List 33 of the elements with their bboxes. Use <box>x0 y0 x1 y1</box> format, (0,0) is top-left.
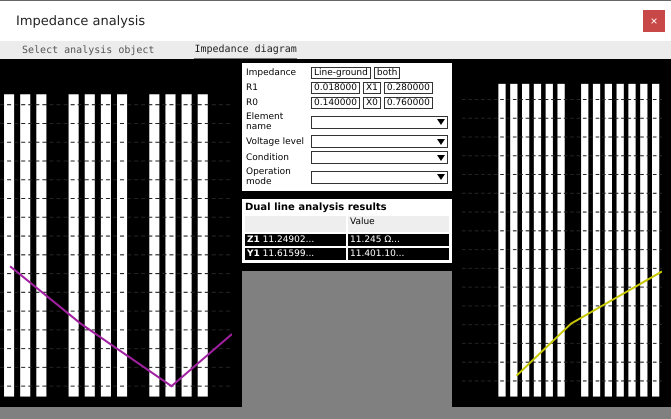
parameter-field[interactable]: 0.140000 <box>311 97 360 109</box>
parameter-field[interactable]: X0 <box>362 97 381 109</box>
parameter-label: Impedance <box>246 68 298 78</box>
caret-icon <box>437 119 445 125</box>
table-cell: Z1 11.24902... <box>245 234 346 246</box>
results-title: Dual line analysis results <box>245 202 388 213</box>
parameter-label: Element name <box>246 112 284 132</box>
tab[interactable]: Impedance diagram <box>194 41 297 59</box>
parameter-field[interactable]: both <box>374 67 400 79</box>
tab[interactable]: Select analysis object <box>22 41 154 59</box>
caret-icon <box>437 174 445 180</box>
window-title: Impedance analysis <box>16 14 146 28</box>
parameter-field[interactable]: Line-ground <box>311 67 371 79</box>
dropdown-field[interactable] <box>311 135 448 148</box>
column-header: Value <box>348 216 449 232</box>
dropdown-field[interactable] <box>311 151 448 164</box>
parameter-label: R0 <box>246 98 259 108</box>
parameter-field[interactable]: 0.018000 <box>311 82 360 94</box>
parameter-label: Operation mode <box>246 167 292 187</box>
close-button[interactable]: × <box>643 10 665 32</box>
parameter-label: R1 <box>246 83 259 93</box>
parameter-field[interactable]: X1 <box>362 82 381 94</box>
parameter-label: Voltage level <box>246 136 306 146</box>
parameter-label: Condition <box>246 152 290 162</box>
parameter-field[interactable]: 0.760000 <box>384 97 433 109</box>
table-cell: 11.401.10... <box>348 248 449 260</box>
dropdown-field[interactable] <box>311 170 448 184</box>
parameter-field[interactable]: 0.280000 <box>384 82 433 94</box>
table-cell: Y1 11.61599... <box>245 248 346 260</box>
dropdown-field[interactable] <box>311 116 448 128</box>
caret-icon <box>437 138 445 144</box>
caret-icon <box>437 154 445 160</box>
table-cell: 11.245 Ω... <box>348 234 449 246</box>
